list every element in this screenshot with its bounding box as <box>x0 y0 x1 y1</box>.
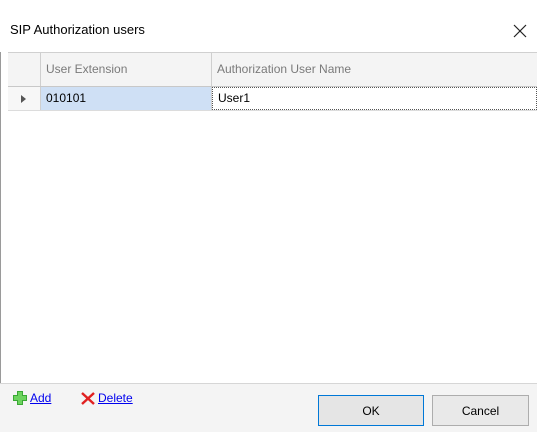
cell-authorization-user-name[interactable]: User1 <box>212 87 537 110</box>
column-header-user-extension[interactable]: User Extension <box>41 53 212 86</box>
users-grid[interactable]: User Extension Authorization User Name 0… <box>8 52 537 384</box>
delete-link[interactable]: Delete <box>80 390 133 406</box>
table-row[interactable]: 010101 User1 <box>8 87 537 111</box>
delete-icon <box>81 392 95 405</box>
add-icon <box>13 391 27 405</box>
close-button[interactable] <box>506 18 534 44</box>
cancel-label: Cancel <box>461 403 500 418</box>
column-header-authorization-user-name[interactable]: Authorization User Name <box>212 53 537 86</box>
grid-header: User Extension Authorization User Name <box>8 53 537 87</box>
window-border <box>0 0 1 431</box>
row-indicator-header <box>8 53 41 86</box>
add-label: Add <box>30 391 52 405</box>
row-indicator[interactable] <box>8 87 41 110</box>
ok-label: OK <box>362 403 380 418</box>
dialog-title: SIP Authorization users <box>10 22 145 37</box>
cell-user-extension[interactable]: 010101 <box>41 87 212 110</box>
cancel-button[interactable]: Cancel <box>432 395 529 426</box>
sip-authorization-dialog: SIP Authorization users User Extension A… <box>0 0 537 432</box>
add-link[interactable]: Add <box>12 390 51 406</box>
dialog-footer: Add Delete OK Cancel <box>0 383 537 432</box>
delete-label: Delete <box>98 391 133 405</box>
current-row-arrow-icon <box>21 94 26 103</box>
ok-button[interactable]: OK <box>318 395 424 426</box>
close-icon <box>513 24 527 38</box>
title-bar: SIP Authorization users <box>0 0 537 52</box>
